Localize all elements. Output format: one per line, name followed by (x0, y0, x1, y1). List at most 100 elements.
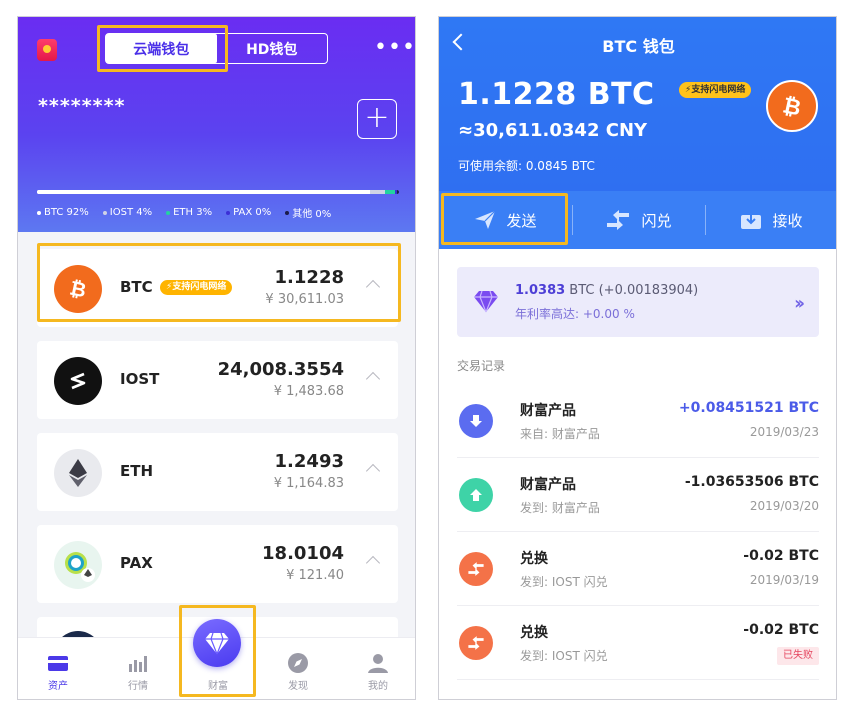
coin-cny-value: ¥ 30,611.03 (265, 292, 344, 307)
tab-label: 资产 (48, 681, 68, 692)
cloud-wallet-tab[interactable]: 云端钱包 (106, 34, 217, 63)
allocation-bar (37, 190, 399, 194)
wealth-product-banner[interactable]: 1.0383 BTC (+0.00183904) 年利率高达: +0.00 % … (457, 267, 819, 337)
legend-dot (226, 210, 231, 215)
tab-market[interactable]: 行情 (98, 638, 178, 699)
coin-name: ETH (120, 462, 154, 480)
tab-label: 财富 (208, 681, 228, 692)
chevron-up-icon[interactable] (365, 371, 381, 387)
hd-wallet-tab[interactable]: HD钱包 (217, 34, 328, 63)
coin-card-iost[interactable]: IOST 24,008.3554 ¥ 1,483.68 (37, 341, 398, 419)
diamond-icon (474, 290, 498, 313)
transaction-source: 发到: IOST 闪兑 (520, 649, 608, 663)
allocation-legend-item: BTC 92% (37, 205, 89, 220)
transaction-amount: -1.03653506 BTC (684, 474, 819, 490)
transaction-date: 2019/03/20 (749, 499, 819, 513)
allocation-segment (397, 190, 399, 194)
double-chevron-right-icon[interactable]: ›› (794, 293, 805, 314)
iost-icon (54, 357, 102, 405)
legend-label: IOST 4% (109, 207, 153, 218)
transaction-source: 发到: IOST 闪兑 (520, 575, 608, 589)
swap-arrows-icon (459, 626, 493, 660)
transaction-name: 财富产品 (520, 477, 576, 493)
transaction-amount: -0.02 BTC (743, 622, 819, 638)
masked-total-balance[interactable]: ******** (38, 95, 126, 117)
tab-profile[interactable]: 我的 (338, 638, 415, 699)
send-label: 发送 (506, 211, 537, 230)
coin-card-pax[interactable]: PAX 18.0104 ¥ 121.40 (37, 525, 398, 603)
paper-plane-icon (475, 210, 496, 229)
arrow-down-icon (459, 404, 493, 438)
legend-dot (102, 210, 107, 215)
wallet-actions: 发送 闪兑 接收 (439, 191, 836, 249)
wealth-diamond-button[interactable] (193, 619, 241, 667)
failed-status-badge: 已失败 (777, 647, 819, 665)
more-icon[interactable]: ••• (374, 37, 415, 59)
svg-text:₿: ₿ (68, 276, 89, 302)
wealth-amount: 1.0383 BTC (+0.00183904) (515, 283, 698, 298)
coin-card-btc[interactable]: ₿ BTC ⚡支持闪电网络 1.1228 ¥ 30,611.03 (37, 249, 398, 327)
compass-icon (288, 653, 308, 673)
allocation-legend-item: PAX 0% (226, 205, 271, 220)
badge-text: 支持闪电网络 (172, 282, 227, 292)
receive-button[interactable]: 接收 (705, 191, 836, 249)
legend-dot (37, 210, 41, 215)
btc-icon: ₿ (766, 80, 818, 132)
pax-icon (54, 541, 102, 589)
coin-amount: 1.1228 (274, 267, 344, 288)
transaction-amount: +0.08451521 BTC (678, 400, 819, 416)
records-title: 交易记录 (457, 359, 506, 373)
tab-assets[interactable]: 资产 (18, 638, 98, 699)
btc-wallet-header: BTC 钱包 1.1228 BTC ⚡支持闪电网络 ₿ ≈30,611.0342… (439, 17, 836, 249)
wallet-header: 云端钱包 HD钱包 ••• ******** + BTC 92% IOST 4% E… (18, 17, 415, 232)
coin-cny-value: ¥ 1,483.68 (273, 384, 344, 399)
transaction-date: 2019/03/23 (749, 425, 819, 439)
send-button[interactable]: 发送 (439, 191, 572, 249)
transaction-name: 财富产品 (520, 403, 576, 419)
user-icon (368, 654, 388, 673)
tab-discover[interactable]: 发现 (258, 638, 338, 699)
add-coin-button[interactable]: + (357, 99, 397, 139)
legend-label: BTC 92% (44, 207, 89, 218)
allocation-segment (384, 190, 396, 194)
legend-label: PAX 0% (233, 207, 272, 218)
wealth-rate: 年利率高达: +0.00 % (515, 307, 635, 321)
transaction-source: 发到: 财富产品 (520, 501, 600, 515)
coin-amount: 1.2493 (274, 451, 344, 472)
transaction-row[interactable]: 财富产品 来自: 财富产品 +0.08451521 BTC 2019/03/23 (457, 384, 819, 458)
page-title: BTC 钱包 (602, 37, 675, 56)
svg-text:₿: ₿ (780, 93, 803, 120)
coin-amount: 24,008.3554 (217, 359, 344, 380)
coin-card-eth[interactable]: ETH 1.2493 ¥ 1,164.83 (37, 433, 398, 511)
chevron-up-icon[interactable] (365, 555, 381, 571)
coin-cny-value: ¥ 121.40 (286, 568, 344, 583)
coin-amount: 18.0104 (262, 543, 344, 564)
allocation-legend: BTC 92% IOST 4% ETH 3% PAX 0% 其他 0% (37, 205, 331, 220)
swap-arrows-icon (607, 210, 630, 230)
swap-label: 闪兑 (641, 211, 672, 230)
chevron-up-icon[interactable] (365, 279, 381, 295)
coin-name: PAX (120, 554, 153, 572)
chevron-up-icon[interactable] (365, 463, 381, 479)
transaction-date: 2019/03/19 (749, 573, 819, 587)
legend-label: ETH 3% (173, 207, 213, 218)
allocation-segment (370, 190, 385, 194)
transaction-amount: -0.02 BTC (743, 548, 819, 564)
transaction-name: 兑换 (520, 625, 548, 641)
wallet-type-switch: 云端钱包 HD钱包 (105, 33, 328, 64)
transaction-row[interactable]: 财富产品 发到: 财富产品 -1.03653506 BTC 2019/03/20 (457, 458, 819, 532)
swap-arrows-icon (459, 552, 493, 586)
red-packet-icon[interactable] (37, 39, 57, 61)
transaction-row[interactable]: 兑换 发到: IOST 闪兑 -0.02 BTC 2019/03/19 (457, 532, 819, 606)
swap-button[interactable]: 闪兑 (572, 191, 705, 249)
wealth-change: BTC (+0.00183904) (565, 283, 699, 298)
allocation-legend-item: IOST 4% (102, 205, 153, 220)
transaction-row[interactable]: 兑换 发到: IOST 闪兑 -0.02 BTC 已失败 (457, 606, 819, 680)
coin-name: BTC (120, 278, 153, 296)
arrow-up-icon (459, 478, 493, 512)
lightning-network-badge: ⚡支持闪电网络 (160, 280, 233, 295)
tab-label: 我的 (368, 681, 388, 692)
badge-text: 支持闪电网络 (691, 85, 746, 95)
transaction-name: 兑换 (520, 551, 548, 567)
allocation-legend-item: 其他 0% (285, 205, 331, 220)
